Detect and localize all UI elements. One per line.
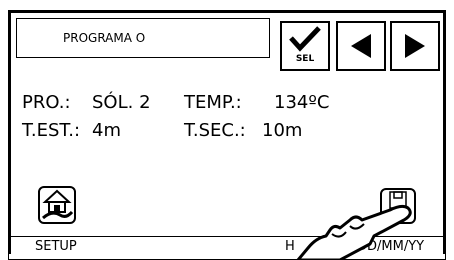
setup-button[interactable] [38, 186, 76, 224]
save-button[interactable]: SAVE [380, 188, 416, 224]
setup-label: SETUP [35, 239, 77, 254]
select-button[interactable]: SEL [280, 21, 330, 71]
sterilization-time-label: T.EST.: [22, 120, 81, 141]
next-button[interactable] [390, 21, 440, 71]
temperature-value: 134ºC [274, 92, 330, 113]
drying-time-value: 10m [262, 120, 303, 141]
house-setup-icon [42, 189, 74, 220]
program-name-box[interactable]: PROGRAMA O [16, 18, 270, 58]
status-bar: SETUP H DD/MM/YY [8, 236, 446, 260]
time-label: H [285, 239, 295, 254]
temperature-label: TEMP.: [184, 92, 242, 113]
checkmark-icon [289, 26, 321, 52]
program-label: PRO.: [22, 92, 71, 113]
program-name: PROGRAMA O [63, 31, 146, 45]
select-label: SEL [295, 54, 315, 64]
previous-button[interactable] [336, 21, 386, 71]
drying-time-label: T.SEC.: [184, 120, 246, 141]
arrow-left-icon [351, 34, 371, 58]
sterilization-time-value: 4m [92, 120, 121, 141]
arrow-right-icon [405, 34, 425, 58]
program-value: SÓL. 2 [92, 92, 151, 113]
date-label: DD/MM/YY [357, 239, 425, 254]
save-label: SAVE [387, 209, 409, 218]
